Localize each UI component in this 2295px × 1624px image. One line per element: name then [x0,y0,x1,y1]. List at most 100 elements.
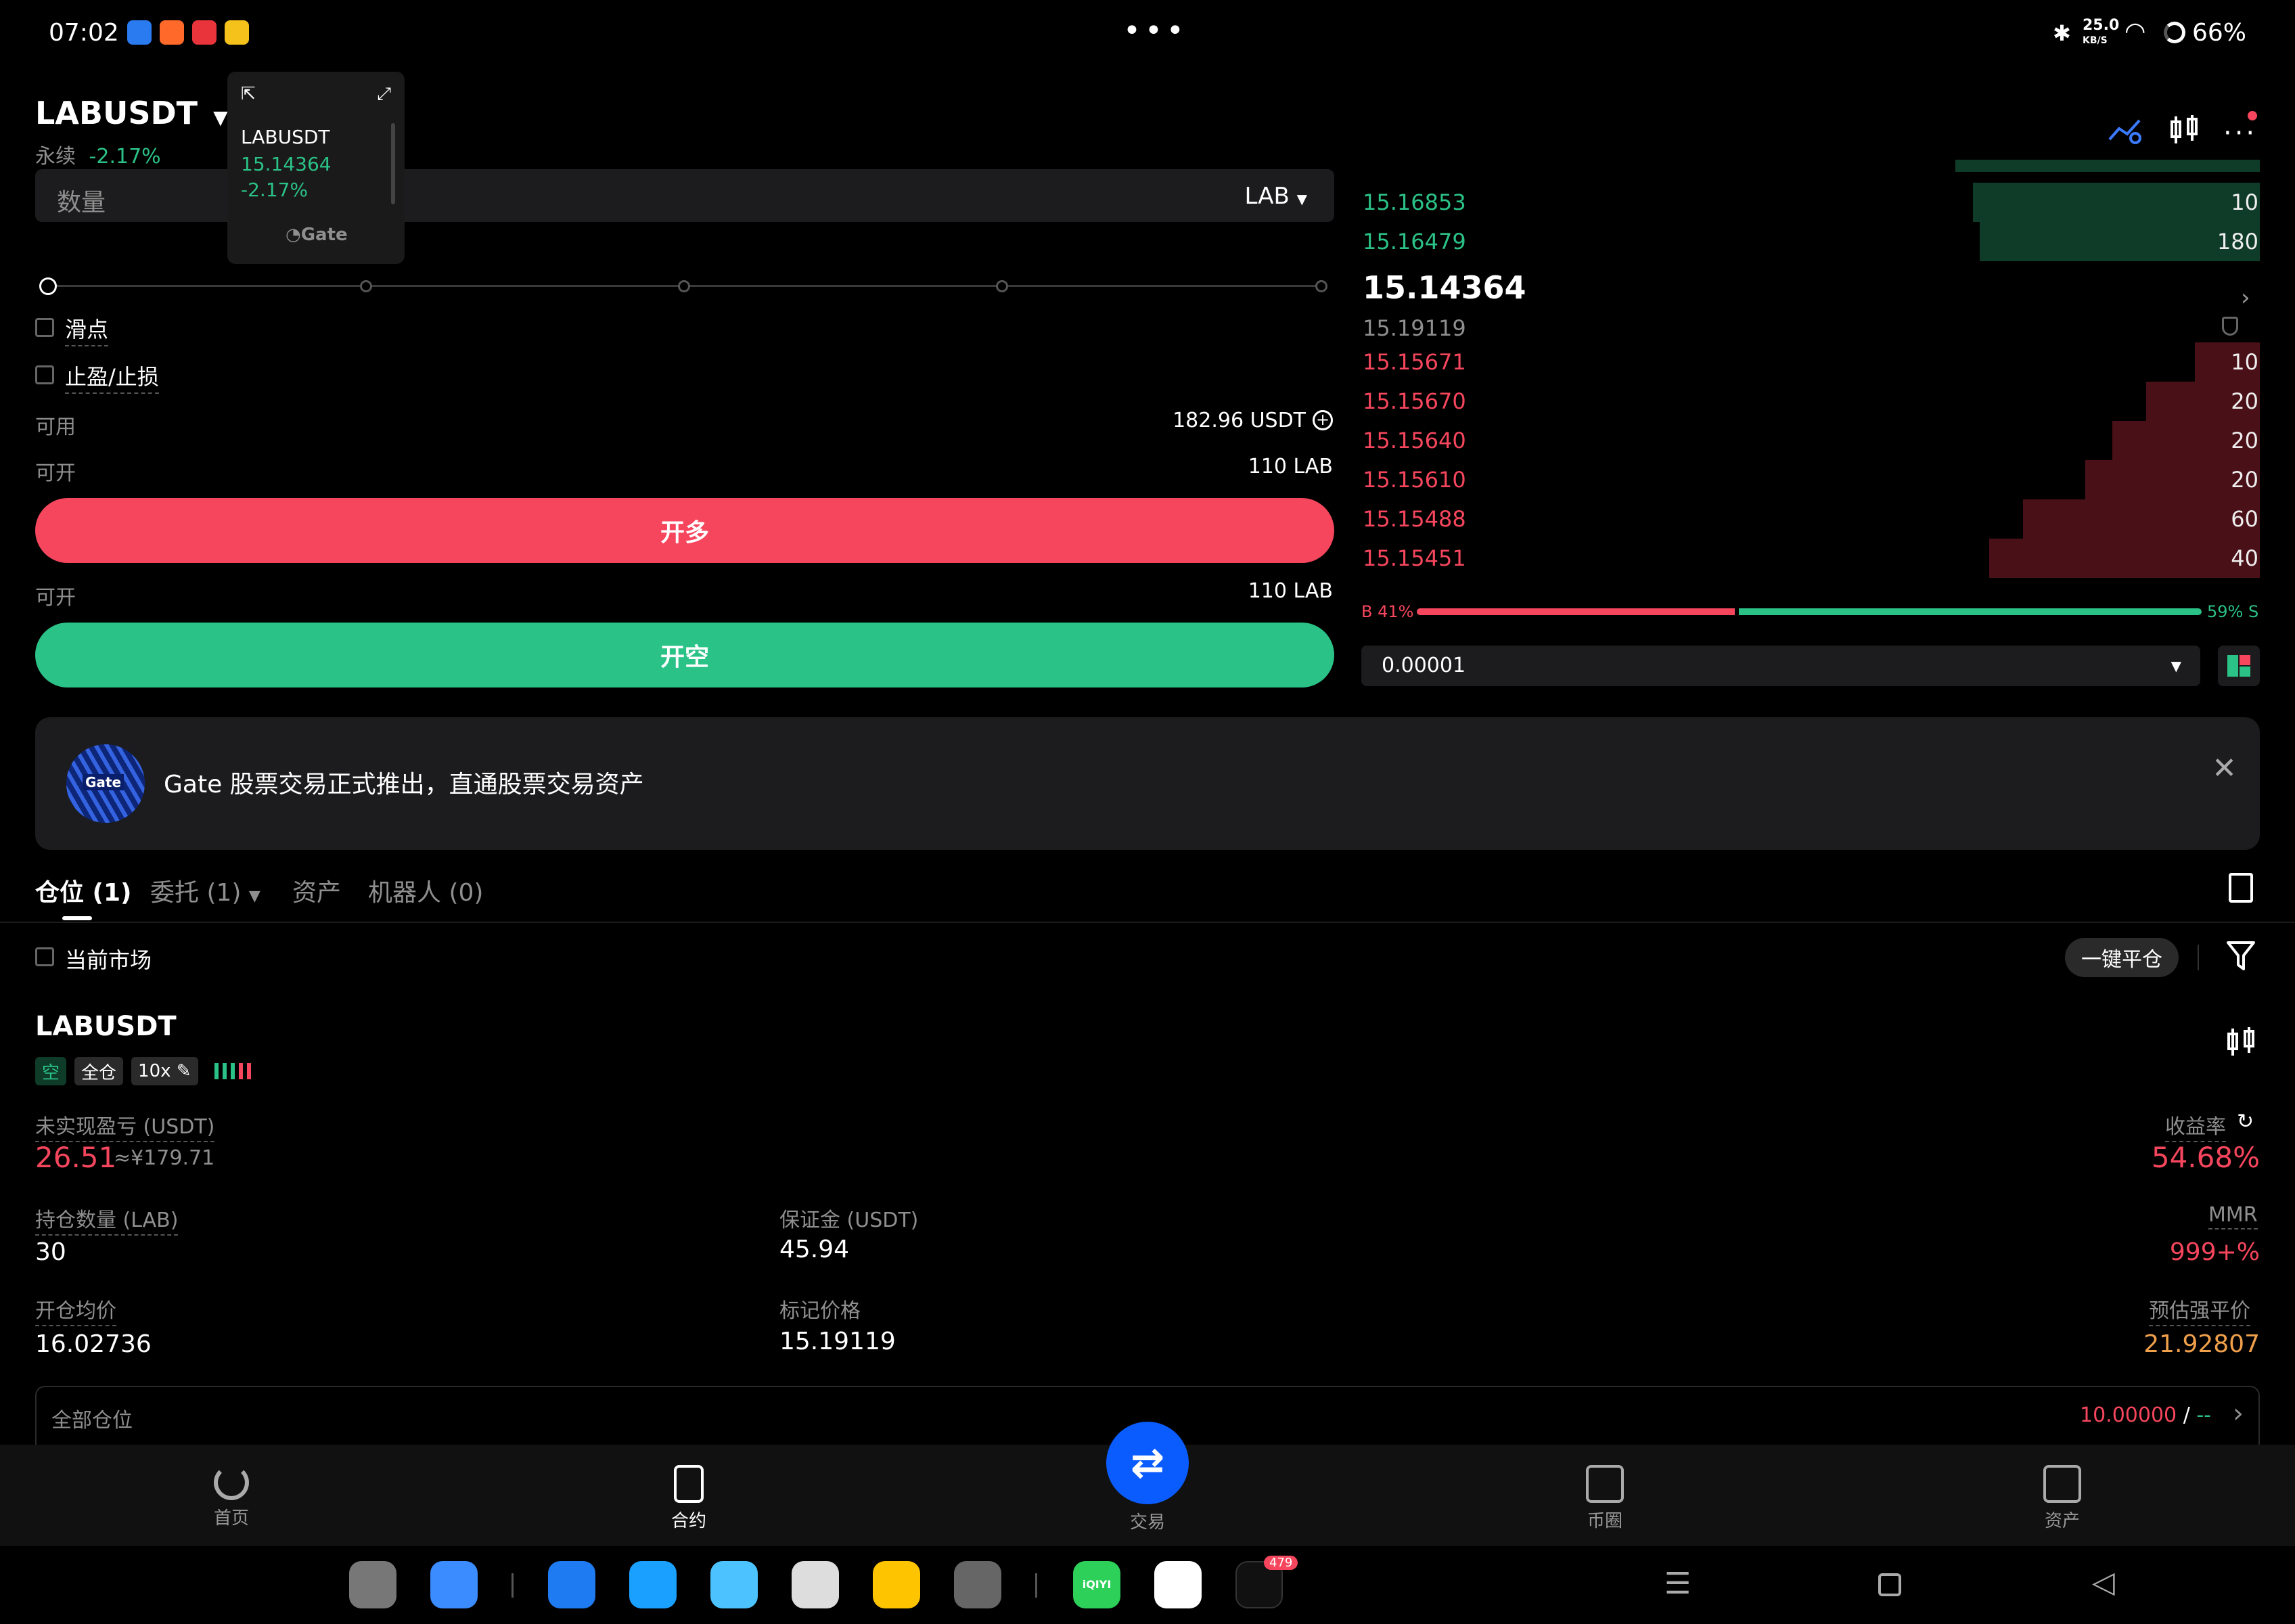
gallery-app-icon[interactable] [710,1561,758,1608]
browser-app-icon[interactable] [629,1561,677,1608]
promo-banner[interactable]: Gate Gate 股票交易正式推出，直通股票交易资产 ✕ [35,717,2260,850]
recent-apps-icon[interactable]: ☰ [1664,1566,1691,1601]
slippage-checkbox[interactable] [35,318,54,337]
current-market-checkbox[interactable] [35,947,54,966]
ask-price: 15.16479 [1363,229,1466,254]
orderbook-bid-row[interactable]: 15.15640 20 [1361,421,2260,460]
orderbook-bid-row[interactable]: 15.15451 40 [1361,539,2260,578]
tpsl-checkbox[interactable] [35,365,54,384]
margin-label: 保证金 (USDT) [779,1209,919,1232]
app-notification-icon [160,20,184,45]
history-document-icon[interactable] [2229,873,2253,903]
tiktok-badge: 479 [1264,1556,1298,1570]
community-icon [1586,1465,1624,1503]
all-positions-label: 全部仓位 [51,1409,133,1433]
orderbook-ask-row[interactable]: 15.16479 180 [1361,222,2260,261]
position-pair[interactable]: LABUSDT [35,1011,177,1042]
shield-icon [2222,317,2238,336]
back-icon[interactable]: ◁ [2092,1565,2115,1600]
pair-subtitle: 永续 -2.17% [35,139,161,169]
chevron-down-icon: ▼ [213,106,228,129]
chevron-right-icon[interactable]: › [2241,284,2250,311]
sell-ratio-label: 59% S [2207,602,2259,621]
precision-select[interactable]: 0.00001 ▼ [1361,646,2200,686]
settings-app-icon[interactable] [954,1561,1001,1608]
ask-price: 15.16853 [1363,189,1466,215]
dock-divider [1035,1573,1037,1598]
camera-app-icon[interactable] [792,1561,839,1608]
files-app-icon[interactable] [548,1561,595,1608]
position-chart-icon[interactable] [2225,1026,2257,1058]
bid-price: 15.15488 [1363,506,1466,532]
refresh-icon[interactable]: ↻ [2237,1110,2254,1133]
filter-icon[interactable] [2226,941,2256,974]
orderbook-ask-row[interactable]: 15.16853 10 [1361,183,2260,222]
buy-ratio-fill [1417,608,1739,615]
tab-assets[interactable]: 资产 [292,873,341,908]
nav-futures[interactable]: 合约 [621,1465,756,1532]
app-notification-icon [225,20,249,45]
orderbook-bid-row[interactable]: 15.15671 10 [1361,342,2260,382]
bid-price: 15.15610 [1363,467,1466,493]
more-options-icon[interactable]: ··· [2223,118,2257,149]
orderbook-bid-row[interactable]: 15.15610 20 [1361,460,2260,499]
app-notification-icon [192,20,217,45]
open-short-button[interactable]: 开空 [35,623,1334,687]
floating-price-window[interactable]: ⇱ ⤢ LABUSDT 15.14364 -2.17% ◔Gate [227,72,405,264]
wifi-icon: ◠ [2124,18,2146,45]
notes-app-icon[interactable] [873,1561,920,1608]
margin-value: 45.94 [779,1236,850,1263]
slider-step-75[interactable] [996,280,1008,292]
nav-community[interactable]: 币圈 [1537,1465,1673,1532]
home-button-icon[interactable] [1878,1573,1901,1596]
expand-icon[interactable]: ⤢ [377,84,391,105]
orderbook-bid-row[interactable]: 15.15488 60 [1361,499,2260,539]
size-label: 持仓数量 (LAB) [35,1203,179,1236]
gate-app-icon[interactable] [1154,1561,1202,1608]
mini-change: -2.17% [241,179,309,201]
close-icon[interactable]: ✕ [2212,751,2237,786]
orderbook-layout-button[interactable] [2218,646,2260,686]
nav-home[interactable]: 首页 [164,1465,299,1529]
strategy-chart-icon[interactable] [2108,115,2143,145]
home-icon [214,1465,249,1500]
slider-handle[interactable] [39,277,57,295]
slider-step-100[interactable] [1315,280,1327,292]
transfer-add-icon[interactable]: + [1313,410,1333,430]
nav-trade[interactable]: ⇄ 交易 [1080,1422,1215,1533]
iqiyi-app-icon[interactable]: iQIYI [1073,1561,1120,1608]
slider-step-25[interactable] [360,280,372,292]
quantity-unit-selector[interactable]: LAB ▼ [1244,183,1307,210]
pair-selector[interactable]: LABUSDT ▼ [35,95,228,131]
roe-label: 收益率 [2165,1110,2226,1142]
tab-positions[interactable]: 仓位 (1) [35,873,132,908]
bid-price: 15.15451 [1363,545,1466,571]
unrealized-pnl-value: 26.51 [35,1141,117,1174]
candlestick-icon[interactable] [2168,114,2200,146]
mini-brand-logo: ◔Gate [286,225,348,245]
more-dots-icon[interactable]: ••• [1123,14,1188,48]
tab-bots[interactable]: 机器人 (0) [368,873,483,908]
available-label: 可用 [35,415,76,439]
multitask-app-icon[interactable] [430,1561,478,1608]
minimize-icon[interactable]: ⇱ [241,84,256,104]
bluetooth-icon: ✱ [2053,20,2071,46]
active-tab-indicator [62,916,92,920]
trade-swap-icon: ⇄ [1106,1422,1189,1504]
bid-price: 15.15671 [1363,349,1466,375]
tab-orders[interactable]: 委托 (1) ▼ [150,873,260,908]
open-long-button[interactable]: 开多 [35,498,1334,563]
leverage-tag[interactable]: 10x ✎ [131,1057,198,1085]
current-market-label: 当前市场 [65,947,152,973]
quantity-placeholder: 数量 [57,189,106,217]
orderbook-bid-row[interactable]: 15.15670 20 [1361,382,2260,421]
nav-assets[interactable]: 资产 [1995,1465,2130,1532]
pair-change: -2.17% [89,145,161,168]
close-all-button[interactable]: 一键平仓 [2065,938,2179,977]
bid-price: 15.15640 [1363,428,1466,453]
can-open-long-label: 可开 [35,461,76,485]
can-open-short-label: 可开 [35,586,76,610]
slider-step-50[interactable] [678,280,690,292]
app-drawer-icon[interactable] [349,1561,396,1608]
margin-mode-tag[interactable]: 全仓 [74,1057,124,1085]
